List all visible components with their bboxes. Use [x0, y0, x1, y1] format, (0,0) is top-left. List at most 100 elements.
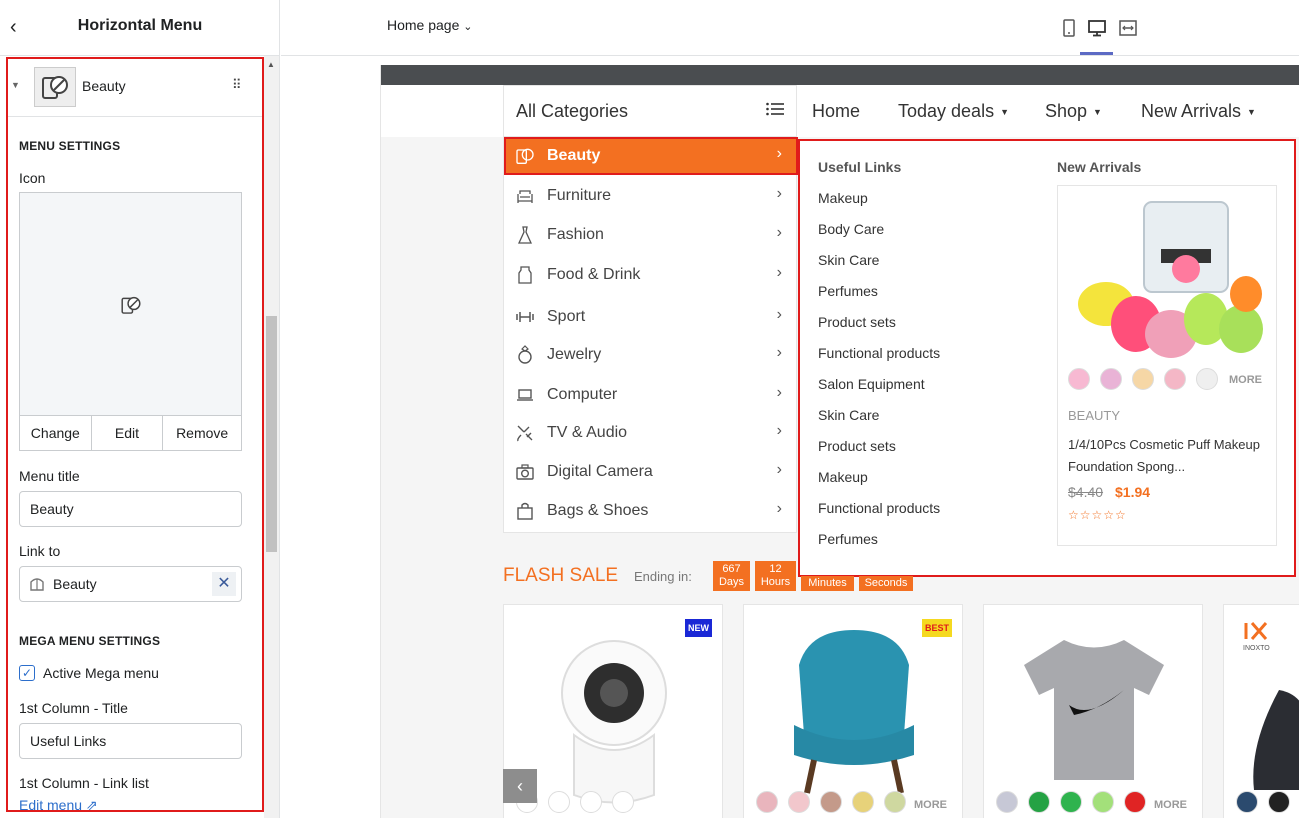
category-digital-camera[interactable]: Digital Camera › — [504, 453, 798, 491]
collapse-caret-icon[interactable]: ▼ — [11, 80, 20, 90]
mega-link[interactable]: Skin Care — [818, 407, 879, 423]
more-variants-link[interactable]: MORE — [914, 799, 947, 811]
product-image[interactable] — [779, 625, 929, 795]
change-icon-button[interactable]: Change — [20, 416, 92, 450]
menu-settings-heading: MENU SETTINGS — [19, 139, 121, 153]
product-card[interactable]: BEST MORE — [743, 604, 963, 818]
edit-icon-button[interactable]: Edit — [92, 416, 164, 450]
mega-link[interactable]: Functional products — [818, 500, 940, 516]
product-image[interactable] — [1066, 194, 1266, 374]
category-beauty[interactable]: Beauty › — [504, 137, 798, 175]
countdown-unit: Days — [718, 576, 745, 588]
mobile-icon[interactable] — [1058, 17, 1080, 39]
mega-menu-heading: MEGA MENU SETTINGS — [19, 634, 161, 648]
mega-link[interactable]: Body Care — [818, 221, 884, 237]
category-bags-shoes[interactable]: Bags & Shoes › — [504, 492, 798, 530]
product-image[interactable] — [1014, 630, 1174, 790]
variant-swatch[interactable] — [1100, 368, 1122, 390]
mega-link[interactable]: Makeup — [818, 469, 868, 485]
scroll-up-icon[interactable]: ▲ — [267, 60, 275, 69]
mega-link[interactable]: Product sets — [818, 314, 896, 330]
variant-swatch[interactable] — [1124, 791, 1146, 813]
chevron-right-icon: › — [776, 384, 782, 401]
fullwidth-icon[interactable] — [1117, 17, 1139, 39]
mega-link[interactable]: Perfumes — [818, 283, 878, 299]
countdown-minutes: Minutes — [801, 576, 854, 591]
variant-swatch[interactable] — [1132, 368, 1154, 390]
category-furniture[interactable]: Furniture › — [504, 177, 798, 215]
nav-new-arrivals[interactable]: New Arrivals ▼ — [1141, 101, 1256, 122]
variant-swatch[interactable] — [1028, 791, 1050, 813]
drag-handle-icon[interactable]: ⠿ — [232, 77, 241, 93]
block-row[interactable]: ▼ Beauty ⠿ — [8, 59, 262, 117]
page-selector[interactable]: Home page ⌄ — [387, 17, 473, 33]
variant-swatch[interactable] — [756, 791, 778, 813]
remove-icon-button[interactable]: Remove — [163, 416, 241, 450]
scrollbar-thumb[interactable] — [266, 316, 277, 552]
nav-shop[interactable]: Shop ▼ — [1045, 101, 1102, 122]
variant-swatch[interactable] — [996, 791, 1018, 813]
mega-link[interactable]: Salon Equipment — [818, 376, 925, 392]
category-jewelry[interactable]: Jewelry › — [504, 336, 798, 374]
category-fashion[interactable]: Fashion › — [504, 216, 798, 254]
link-to-input[interactable]: Beauty ✕ — [19, 566, 242, 602]
nav-new-arrivals-label: New Arrivals — [1141, 101, 1242, 121]
panel-scrollbar[interactable]: ▲ — [264, 56, 279, 818]
mega-link[interactable]: Skin Care — [818, 252, 879, 268]
variant-swatch[interactable] — [548, 791, 570, 813]
countdown-hours: 12 Hours — [755, 561, 796, 591]
slider-prev-button[interactable]: ‹ — [503, 769, 537, 803]
clear-link-icon[interactable]: ✕ — [212, 572, 236, 596]
list-menu-icon — [766, 102, 784, 116]
category-computer[interactable]: Computer › — [504, 376, 798, 414]
product-card[interactable]: MORE BEAUTY 1/4/10Pcs Cosmetic Puff Make… — [1057, 185, 1277, 546]
product-card[interactable]: MORE — [983, 604, 1203, 818]
panel-title: Horizontal Menu — [77, 17, 203, 34]
mega-menu-dropdown: Useful Links Makeup Body Care Skin Care … — [798, 139, 1296, 577]
link-to-value: Beauty — [53, 576, 97, 592]
chevron-down-icon: ⌄ — [463, 21, 473, 33]
variant-swatch[interactable] — [612, 791, 634, 813]
menu-title-input[interactable]: Beauty — [19, 491, 242, 527]
flash-ending-label: Ending in: — [634, 569, 692, 584]
variant-swatch[interactable] — [788, 791, 810, 813]
product-card[interactable]: INOXTO — [1223, 604, 1299, 818]
laptop-icon — [517, 389, 533, 401]
nav-home[interactable]: Home — [812, 101, 860, 122]
edit-menu-link[interactable]: Edit menu ⇗ — [19, 797, 98, 810]
mega-link[interactable]: Product sets — [818, 438, 896, 454]
variant-swatch[interactable] — [1196, 368, 1218, 390]
variant-swatch[interactable] — [1092, 791, 1114, 813]
mega-link[interactable]: Perfumes — [818, 531, 878, 547]
category-tv-audio[interactable]: TV & Audio › — [504, 414, 798, 452]
variant-swatch[interactable] — [820, 791, 842, 813]
countdown-unit: Minutes — [808, 577, 847, 589]
storefront-preview: All Categories Home Today deals ▼ Shop ▼ N… — [380, 65, 1299, 818]
mega-link[interactable]: Makeup — [818, 190, 868, 206]
variant-swatch[interactable] — [852, 791, 874, 813]
more-variants-link[interactable]: MORE — [1154, 799, 1187, 811]
more-variants-link[interactable]: MORE — [1229, 374, 1262, 386]
desktop-icon[interactable] — [1086, 17, 1108, 39]
all-categories-button[interactable]: All Categories — [503, 85, 797, 137]
nav-today-deals[interactable]: Today deals ▼ — [898, 101, 1009, 122]
category-food-drink[interactable]: Food & Drink › — [504, 256, 798, 294]
editor-panel: ‹ Horizontal Menu ▼ Beauty ⠿ MENU SETTIN… — [0, 0, 280, 818]
active-mega-checkbox[interactable]: ✓ — [19, 665, 35, 681]
variant-swatch[interactable] — [1236, 791, 1258, 813]
variant-swatch[interactable] — [1060, 791, 1082, 813]
product-title[interactable]: 1/4/10Pcs Cosmetic Puff Makeup Foundatio… — [1068, 434, 1268, 478]
product-image[interactable] — [554, 635, 674, 805]
product-image[interactable] — [1249, 685, 1299, 795]
category-sport[interactable]: Sport › — [504, 298, 798, 336]
variant-swatch[interactable] — [884, 791, 906, 813]
col1-title-input[interactable]: Useful Links — [19, 723, 242, 759]
icon-preview[interactable] — [19, 192, 242, 416]
flash-sale-title: FLASH SALE — [503, 565, 619, 586]
icon-label: Icon — [19, 170, 46, 186]
variant-swatch[interactable] — [580, 791, 602, 813]
variant-swatch[interactable] — [1164, 368, 1186, 390]
variant-swatch[interactable] — [1268, 791, 1290, 813]
mega-link[interactable]: Functional products — [818, 345, 940, 361]
variant-swatch[interactable] — [1068, 368, 1090, 390]
